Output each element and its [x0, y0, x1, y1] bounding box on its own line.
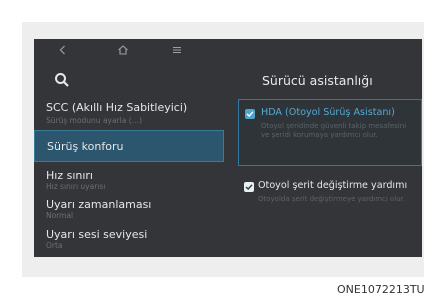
- image-reference-code: ONE1072213TU: [337, 283, 425, 296]
- menu-item-subtitle: Hız sınırı uyarısı: [46, 182, 106, 191]
- infotainment-screen: SCC (Akıllı Hız Sabitleyici) Sürüş modun…: [34, 39, 422, 257]
- menu-item-scc[interactable]: SCC (Akıllı Hız Sabitleyici) Sürüş modun…: [34, 97, 224, 129]
- menu-icon[interactable]: [170, 43, 184, 57]
- search-icon[interactable]: [54, 72, 70, 88]
- menu-item-subtitle: Orta: [46, 241, 63, 250]
- menu-item-label: Uyarı zamanlaması: [46, 198, 152, 211]
- back-icon[interactable]: [56, 43, 70, 57]
- checkbox-checked[interactable]: [244, 182, 254, 192]
- menu-item-label: Hız sınırı: [46, 169, 93, 182]
- checkbox-checked[interactable]: [245, 109, 255, 119]
- menu-item-subtitle: Sürüş modunu ayarla (…): [46, 116, 143, 125]
- top-navigation-bar: [34, 39, 422, 63]
- menu-item-hiz-siniri[interactable]: Hız sınırı Hız sınırı uyarısı: [34, 166, 224, 194]
- option-title: HDA (Otoyol Sürüş Asistanı): [261, 107, 395, 118]
- section-title: Sürücü asistanlığı: [262, 73, 373, 88]
- menu-item-subtitle: Normal: [46, 211, 74, 220]
- option-title: Otoyol şerit değiştirme yardımı: [258, 180, 408, 191]
- menu-item-label: Sürüş konforu: [47, 140, 124, 153]
- home-icon[interactable]: [116, 43, 130, 57]
- menu-item-label: Uyarı sesi seviyesi: [46, 228, 148, 241]
- option-description: Otoyol şeridinde güvenli takip mesafesin…: [261, 122, 407, 139]
- option-hda[interactable]: HDA (Otoyol Sürüş Asistanı) Otoyol şerid…: [238, 99, 422, 166]
- menu-item-surus-konforu[interactable]: Sürüş konforu: [34, 130, 224, 162]
- menu-item-uyari-sesi-seviyesi[interactable]: Uyarı sesi seviyesi Orta: [34, 225, 224, 253]
- option-description: Otoyolda şerit değiştirmeye yardımcı olu…: [258, 195, 406, 203]
- menu-item-uyari-zamanlamasi[interactable]: Uyarı zamanlaması Normal: [34, 195, 224, 223]
- option-lane-change-assist[interactable]: Otoyol şerit değiştirme yardımı Otoyolda…: [238, 179, 422, 235]
- menu-item-label: SCC (Akıllı Hız Sabitleyici): [46, 101, 188, 114]
